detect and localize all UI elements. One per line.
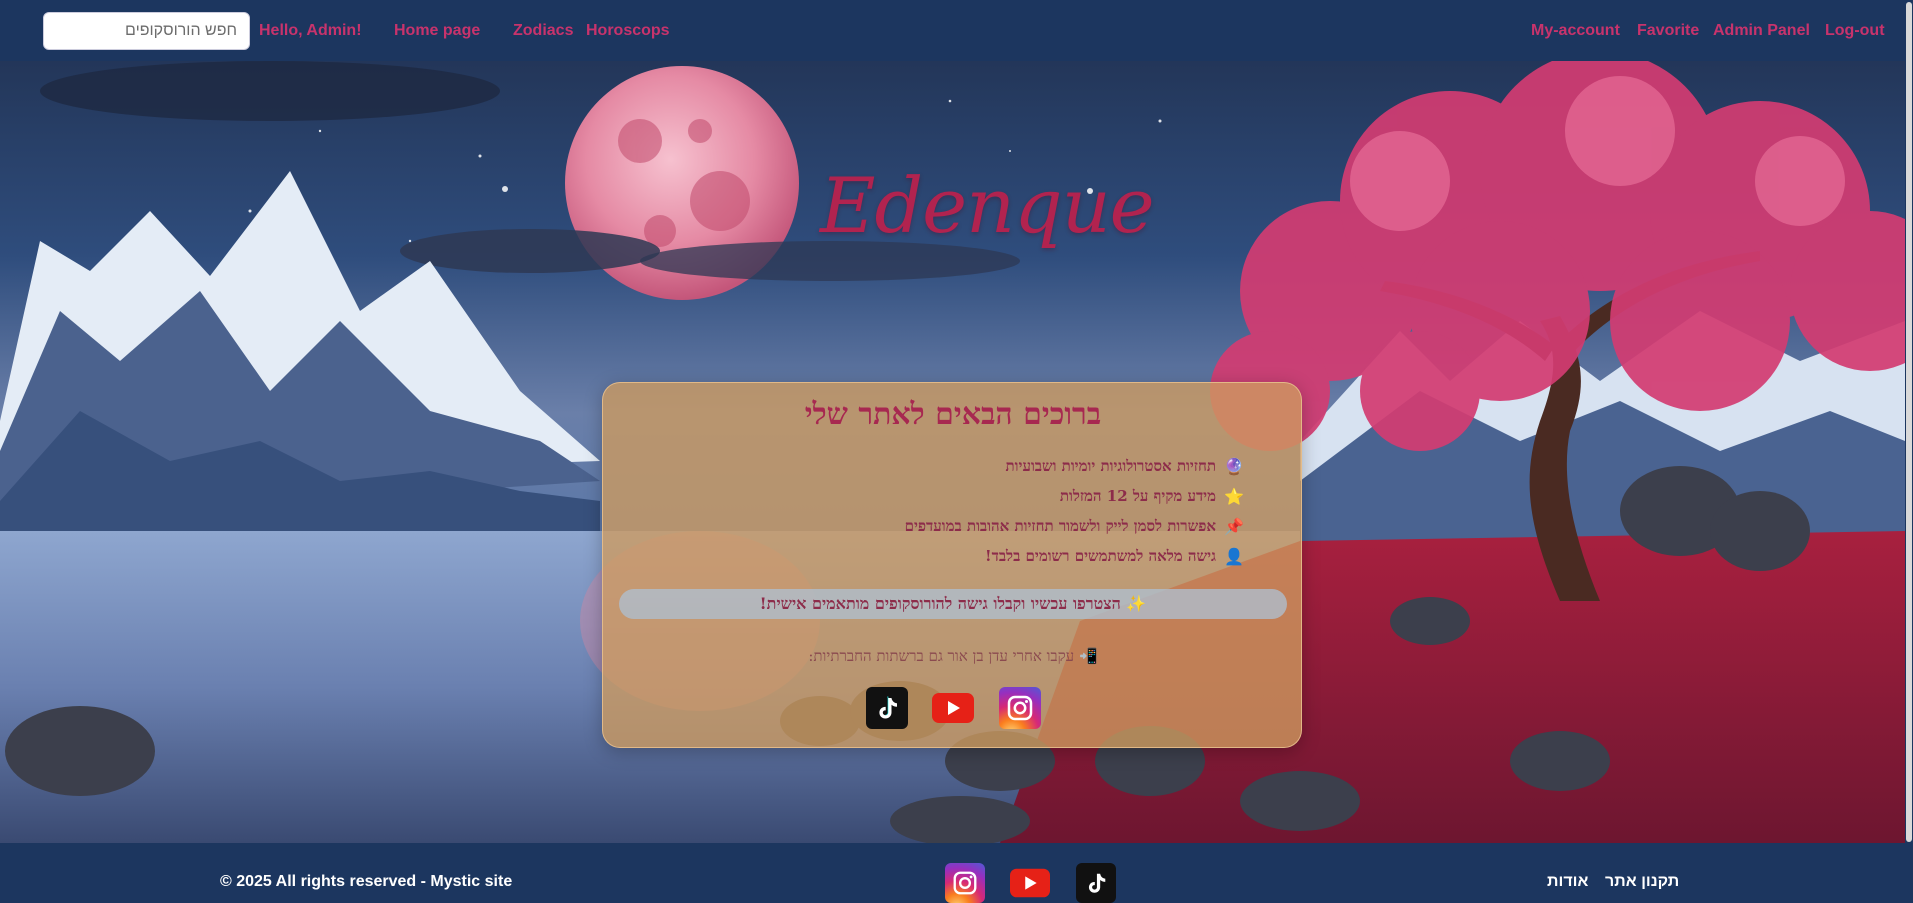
welcome-card: ברוכים הבאים לאתר שלי 🔮 תחזיות אסטרולוגי… [602, 382, 1302, 748]
feature-item: 📌 אפשרות לסמן לייק ולשמור תחזיות אהובות … [905, 511, 1244, 541]
site-logo[interactable]: Edenque [820, 161, 1155, 250]
feature-item: 🔮 תחזיות אסטרולוגיות יומיות ושבועיות [905, 451, 1244, 481]
feature-text: תחזיות אסטרולוגיות יומיות ושבועיות [1005, 456, 1216, 475]
footer-instagram-link[interactable] [945, 863, 985, 903]
nav-favorite-link[interactable]: Favorite [1637, 21, 1699, 41]
welcome-title: ברוכים הבאים לאתר שלי [804, 397, 1102, 432]
feature-text: מידע מקיף על 12 המזלות [1059, 486, 1216, 505]
feature-item: 👤 גישה מלאה למשתמשים רשומים בלבד! [905, 541, 1244, 571]
youtube-icon [1010, 868, 1050, 898]
instagram-icon [953, 871, 977, 895]
footer-youtube-link[interactable] [1010, 863, 1050, 903]
footer-about-link[interactable]: אודות [1547, 873, 1588, 891]
nav-logout-link[interactable]: Log-out [1825, 21, 1885, 41]
footer-tiktok-link[interactable] [1076, 863, 1116, 903]
scrollbar-thumb[interactable] [1906, 2, 1912, 842]
instagram-icon [1007, 695, 1033, 721]
crystal-ball-icon: 🔮 [1224, 456, 1244, 476]
search-input[interactable] [43, 12, 250, 50]
pushpin-icon: 📌 [1224, 516, 1244, 536]
join-banner: ✨ הצטרפו עכשיו וקבלו גישה להורוסקופים מו… [619, 589, 1287, 619]
page-scrollbar[interactable] [1905, 0, 1913, 903]
youtube-icon [932, 693, 974, 723]
feature-text: אפשרות לסמן לייק ולשמור תחזיות אהובות במ… [904, 516, 1216, 535]
footer: © 2025 All rights reserved - Mystic site… [0, 843, 1905, 903]
follow-text: 📲 עקבו אחרי עדן בן אור גם ברשתות החברתיו… [808, 647, 1098, 665]
top-navbar: Hello, Admin! Home page Zodiacs Horoscop… [0, 0, 1913, 61]
tiktok-link[interactable] [866, 687, 908, 729]
nav-zodiacs-link[interactable]: Zodiacs [513, 21, 573, 41]
tiktok-icon [1088, 873, 1106, 893]
feature-text: גישה מלאה למשתמשים רשומים בלבד! [985, 546, 1216, 565]
copyright-text: © 2025 All rights reserved - Mystic site [220, 873, 513, 890]
instagram-link[interactable] [999, 687, 1041, 729]
nav-admin-panel-link[interactable]: Admin Panel [1713, 21, 1810, 41]
tiktok-icon [879, 696, 897, 719]
feature-list: 🔮 תחזיות אסטרולוגיות יומיות ושבועיות ⭐ מ… [905, 451, 1244, 571]
footer-terms-link[interactable]: תקנון אתר [1605, 873, 1679, 891]
hero-section: Edenque ברוכים הבאים לאתר שלי 🔮 תחזיות א… [0, 61, 1905, 843]
nav-home-link[interactable]: Home page [394, 21, 480, 41]
feature-item: ⭐ מידע מקיף על 12 המזלות [905, 481, 1244, 511]
nav-my-account-link[interactable]: My-account [1531, 21, 1620, 41]
youtube-link[interactable] [932, 687, 974, 729]
star-icon: ⭐ [1224, 486, 1244, 506]
greeting-link[interactable]: Hello, Admin! [259, 21, 362, 41]
user-icon: 👤 [1224, 546, 1244, 566]
nav-horoscops-link[interactable]: Horoscops [586, 21, 670, 41]
